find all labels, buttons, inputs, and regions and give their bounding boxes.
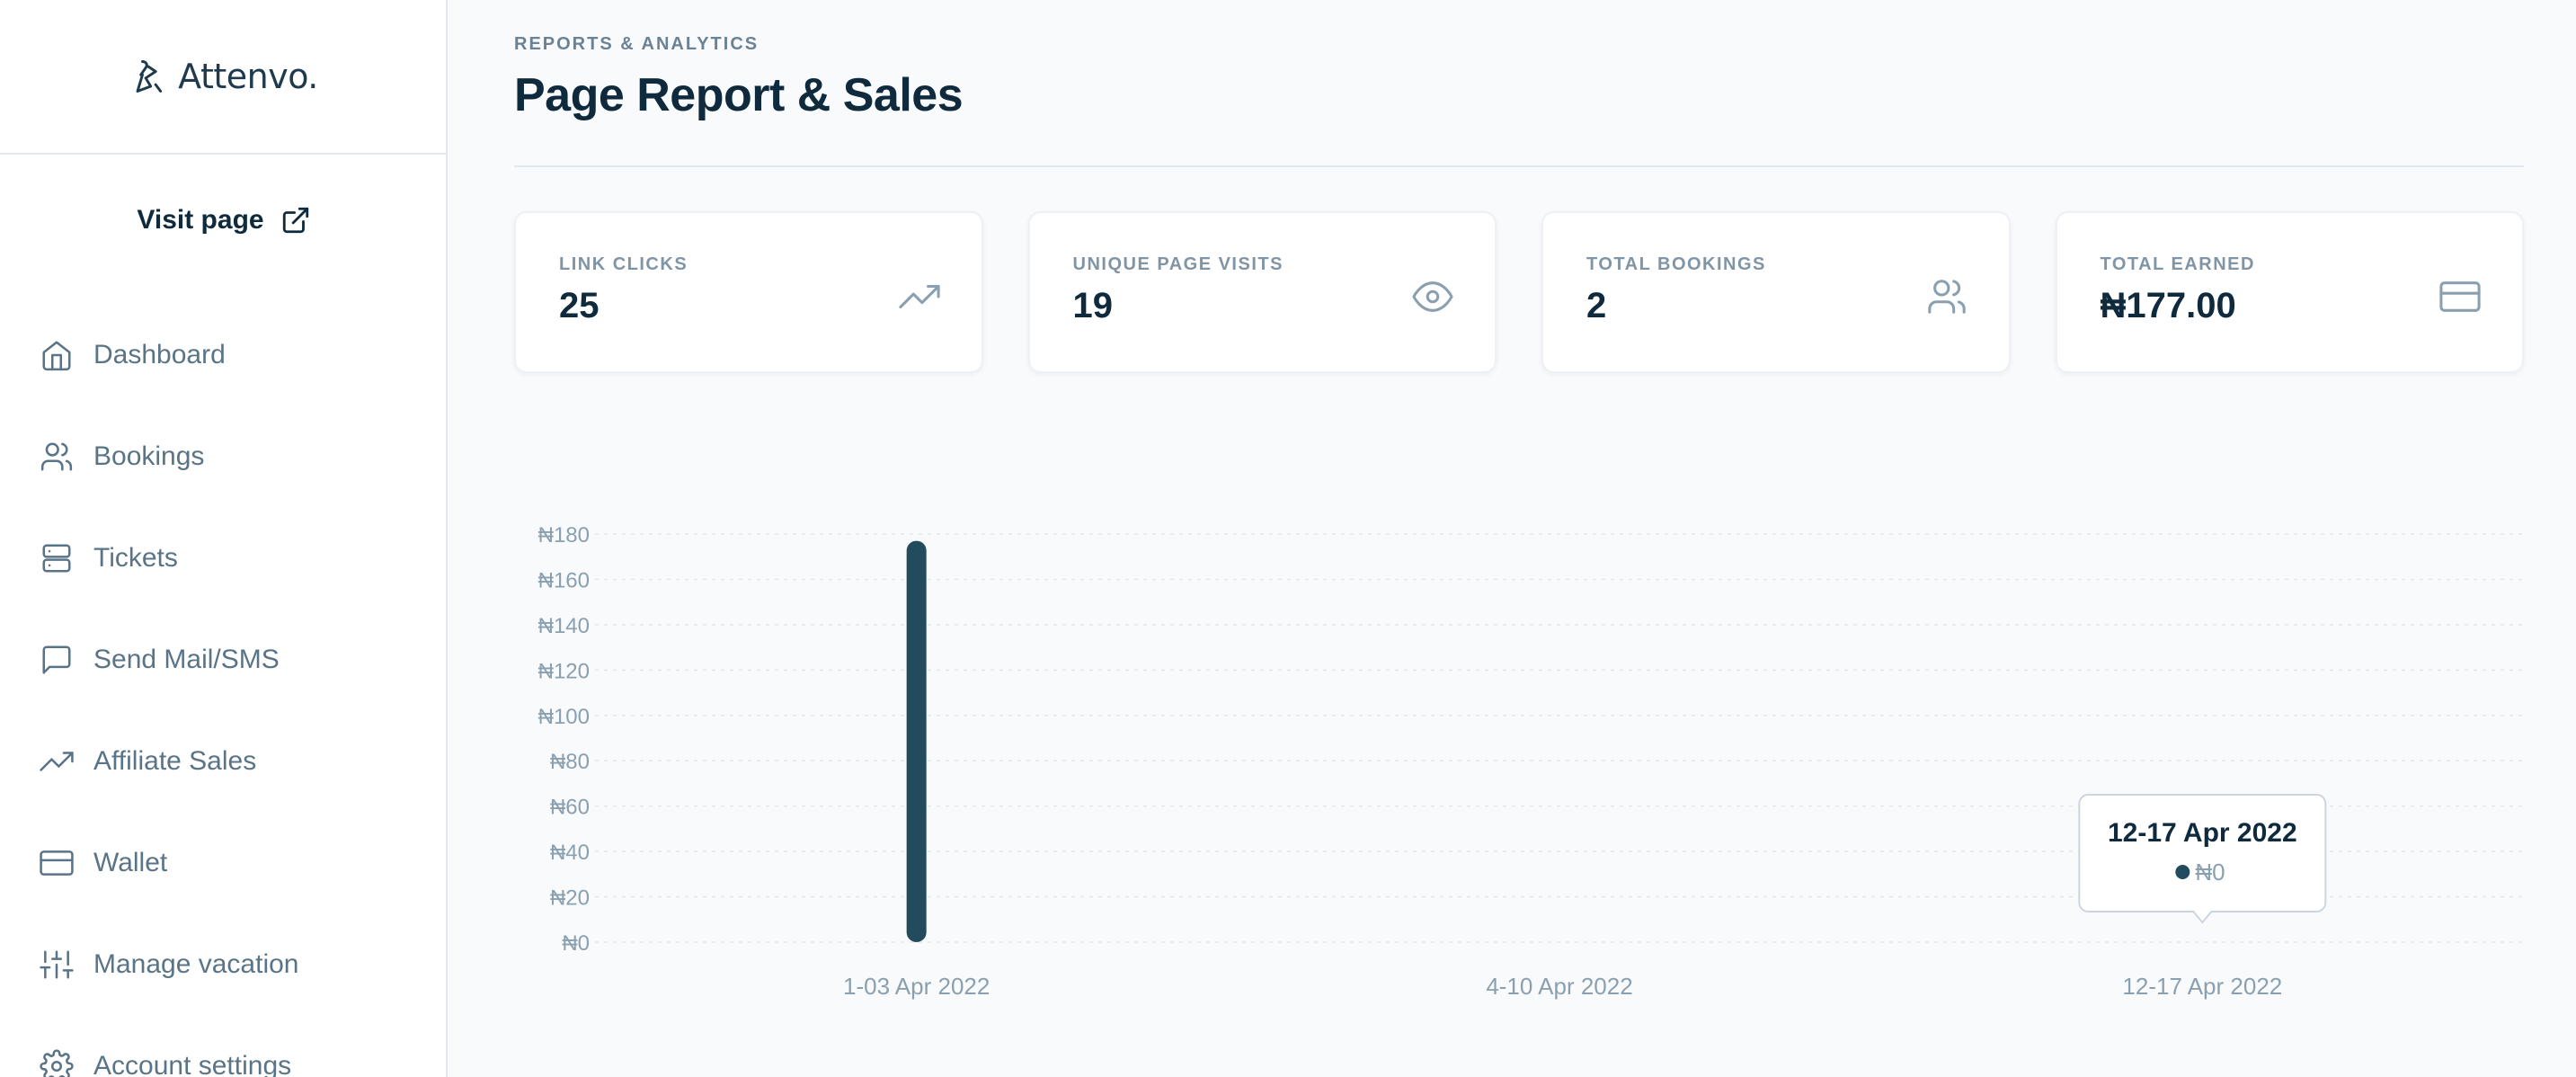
- credit-card-icon: [2439, 281, 2481, 312]
- sidebar: Attenvo. Visit page Dashboard Bookings T…: [0, 0, 448, 1077]
- stat-card-unique-page-visits: UNIQUE PAGE VISITS 19: [1027, 211, 1497, 373]
- tooltip-title: 12-17 Apr 2022: [2108, 818, 2297, 848]
- sidebar-item-send-mail-sms[interactable]: Send Mail/SMS: [40, 609, 446, 710]
- y-tick-label: ₦180: [538, 523, 590, 547]
- gear-icon: [40, 1048, 74, 1077]
- sidebar-nav: Dashboard Bookings Tickets Send Mail/SMS…: [40, 304, 446, 1077]
- message-icon: [42, 645, 71, 674]
- sidebar-item-label: Wallet: [93, 847, 168, 877]
- stat-card-link-clicks: LINK CLICKS 25: [514, 211, 983, 373]
- brand-name: Attenvo.: [178, 57, 318, 96]
- y-tick-label: ₦100: [538, 705, 590, 729]
- y-tick-label: ₦0: [562, 931, 590, 956]
- sidebar-item-account-settings[interactable]: Account settings: [40, 1015, 446, 1077]
- y-tick-label: ₦140: [538, 614, 590, 638]
- sidebar-item-label: Account settings: [93, 1050, 292, 1077]
- y-tick-label: ₦40: [550, 841, 590, 865]
- sidebar-item-label: Manage vacation: [93, 948, 299, 979]
- sidebar-item-label: Dashboard: [93, 339, 226, 369]
- stats-cards: LINK CLICKS 25 UNIQUE PAGE VISITS 19 TOT…: [514, 211, 2524, 373]
- y-tick-label: ₦20: [550, 886, 590, 911]
- visit-page-link[interactable]: Visit page: [0, 205, 448, 236]
- sidebar-item-label: Tickets: [93, 542, 178, 573]
- tooltip-series-dot: [2175, 865, 2190, 879]
- y-tick-label: ₦80: [550, 750, 590, 774]
- y-tick-label: ₦120: [538, 659, 590, 683]
- sliders-icon: [40, 949, 74, 979]
- sidebar-item-label: Affiliate Sales: [93, 745, 257, 776]
- tooltip-value: ₦0: [2195, 859, 2225, 886]
- trending-up-icon: [40, 751, 74, 771]
- x-tick-label: 12-17 Apr 2022: [2122, 973, 2282, 1000]
- sidebar-item-bookings[interactable]: Bookings: [40, 405, 446, 507]
- stat-value: 19: [1072, 286, 1114, 325]
- brand-logo[interactable]: Attenvo.: [0, 0, 446, 155]
- y-tick-label: ₦60: [550, 796, 590, 820]
- users-icon: [40, 441, 73, 471]
- stat-label: TOTAL BOOKINGS: [1586, 254, 1766, 274]
- y-tick-label: ₦160: [538, 568, 590, 592]
- visit-page-label: Visit page: [137, 205, 264, 235]
- sidebar-item-wallet[interactable]: Wallet: [40, 812, 446, 913]
- sidebar-item-dashboard[interactable]: Dashboard: [40, 304, 446, 405]
- sidebar-item-label: Send Mail/SMS: [93, 644, 280, 674]
- stat-value: ₦177.00: [2100, 286, 2236, 325]
- x-tick-label: 4-10 Apr 2022: [1486, 973, 1632, 1000]
- sidebar-item-affiliate-sales[interactable]: Affiliate Sales: [40, 710, 446, 812]
- server-icon: [42, 543, 71, 573]
- sidebar-item-manage-vacation[interactable]: Manage vacation: [40, 913, 446, 1015]
- attenvo-logo-icon: [136, 60, 163, 93]
- sidebar-item-label: Bookings: [93, 441, 205, 471]
- x-tick-label: 1-03 Apr 2022: [843, 973, 990, 1000]
- sidebar-item-tickets[interactable]: Tickets: [40, 507, 446, 609]
- stat-card-total-earned: TOTAL EARNED ₦177.00: [2055, 211, 2524, 373]
- stat-card-total-bookings: TOTAL BOOKINGS 2: [1541, 211, 2011, 373]
- home-icon: [42, 340, 71, 370]
- earnings-bar-chart: ₦0 ₦20 ₦40 ₦60 ₦80 ₦100 ₦120 ₦140 ₦160 ₦180 1-03 A…: [538, 523, 2524, 1000]
- external-link-icon: [282, 207, 308, 234]
- credit-card-icon: [40, 850, 74, 876]
- stat-label: TOTAL EARNED: [2100, 254, 2255, 274]
- trending-up-icon: [898, 284, 940, 309]
- stat-label: LINK CLICKS: [559, 254, 688, 274]
- stat-value: 25: [559, 286, 600, 325]
- header-divider: [514, 165, 2524, 167]
- page-title: Page Report & Sales: [514, 69, 964, 121]
- page-eyebrow: REPORTS & ANALYTICS: [514, 34, 759, 54]
- stat-label: UNIQUE PAGE VISITS: [1072, 254, 1284, 274]
- users-icon: [1927, 280, 1966, 314]
- eye-icon: [1412, 281, 1453, 312]
- stat-value: 2: [1586, 286, 1607, 325]
- bar: [906, 540, 927, 942]
